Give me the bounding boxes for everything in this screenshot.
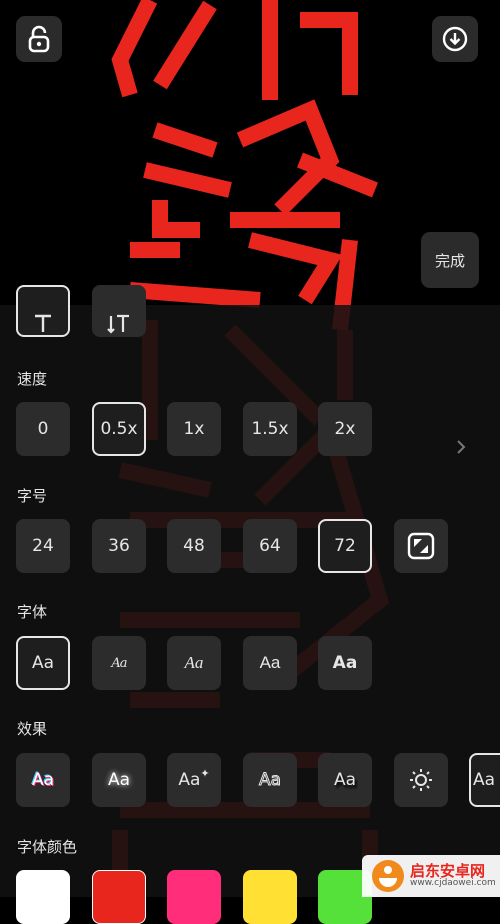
speed-option-1x[interactable]: 1x <box>167 402 221 456</box>
font-size-option-36[interactable]: 36 <box>92 519 146 573</box>
font-option-default[interactable]: Aa <box>16 636 70 690</box>
direction-horizontal-tile[interactable] <box>16 285 70 337</box>
effect-option-outline[interactable]: Aa <box>243 753 297 807</box>
font-option-bold[interactable]: Aa <box>318 636 372 690</box>
effect-option-sparkle[interactable]: Aa ✦ <box>167 753 221 807</box>
done-button[interactable]: 完成 <box>421 232 479 288</box>
resize-icon <box>407 532 435 560</box>
lock-button[interactable] <box>16 16 62 62</box>
speed-option-2x[interactable]: 2x <box>318 402 372 456</box>
watermark-url: www.cjdaowei.com <box>410 878 496 889</box>
font-size-option-64[interactable]: 64 <box>243 519 297 573</box>
speed-label: 速度 <box>17 370 48 388</box>
speed-option-0[interactable]: 0 <box>16 402 70 456</box>
effect-option-glow[interactable]: Aa <box>92 753 146 807</box>
color-swatch-white[interactable] <box>16 870 70 924</box>
font-size-option-24[interactable]: 24 <box>16 519 70 573</box>
effect-label: 效果 <box>17 720 48 738</box>
effect-sparkle-text: Aa <box>178 770 201 790</box>
color-swatch-pink[interactable] <box>167 870 221 924</box>
site-logo-icon <box>372 860 404 892</box>
download-icon <box>442 26 468 52</box>
site-watermark: 启东安卓网 www.cjdaowei.com <box>362 855 500 897</box>
font-color-label: 字体颜色 <box>17 838 78 856</box>
direction-vertical-tile[interactable] <box>92 285 146 337</box>
watermark-title: 启东安卓网 <box>410 861 486 880</box>
font-size-option-48[interactable]: 48 <box>167 519 221 573</box>
color-swatch-red[interactable] <box>92 870 146 924</box>
font-size-option-72[interactable]: 72 <box>318 519 372 573</box>
text-vertical-icon <box>107 314 129 334</box>
font-label: 字体 <box>17 603 48 621</box>
text-direction-icon <box>35 314 51 332</box>
effect-option-brightness[interactable] <box>394 753 448 807</box>
chevron-right-icon[interactable] <box>454 438 468 456</box>
font-option-outline[interactable]: Aa <box>92 636 146 690</box>
color-swatch-yellow[interactable] <box>243 870 297 924</box>
speed-option-1-5x[interactable]: 1.5x <box>243 402 297 456</box>
sparkle-icon: ✦ <box>200 766 210 780</box>
settings-panel <box>0 305 500 897</box>
sun-icon <box>410 769 432 791</box>
custom-size-button[interactable] <box>394 519 448 573</box>
font-size-label: 字号 <box>17 487 48 505</box>
speed-option-0-5x[interactable]: 0.5x <box>92 402 146 456</box>
font-option-sans[interactable]: Aa <box>243 636 297 690</box>
effect-option-more[interactable]: Aa <box>469 753 500 807</box>
effect-option-glitch[interactable]: Aa <box>16 753 70 807</box>
download-button[interactable] <box>432 16 478 62</box>
effect-option-shadow[interactable]: Aa <box>318 753 372 807</box>
font-option-thin[interactable]: Aa <box>167 636 221 690</box>
lock-icon <box>28 25 50 53</box>
